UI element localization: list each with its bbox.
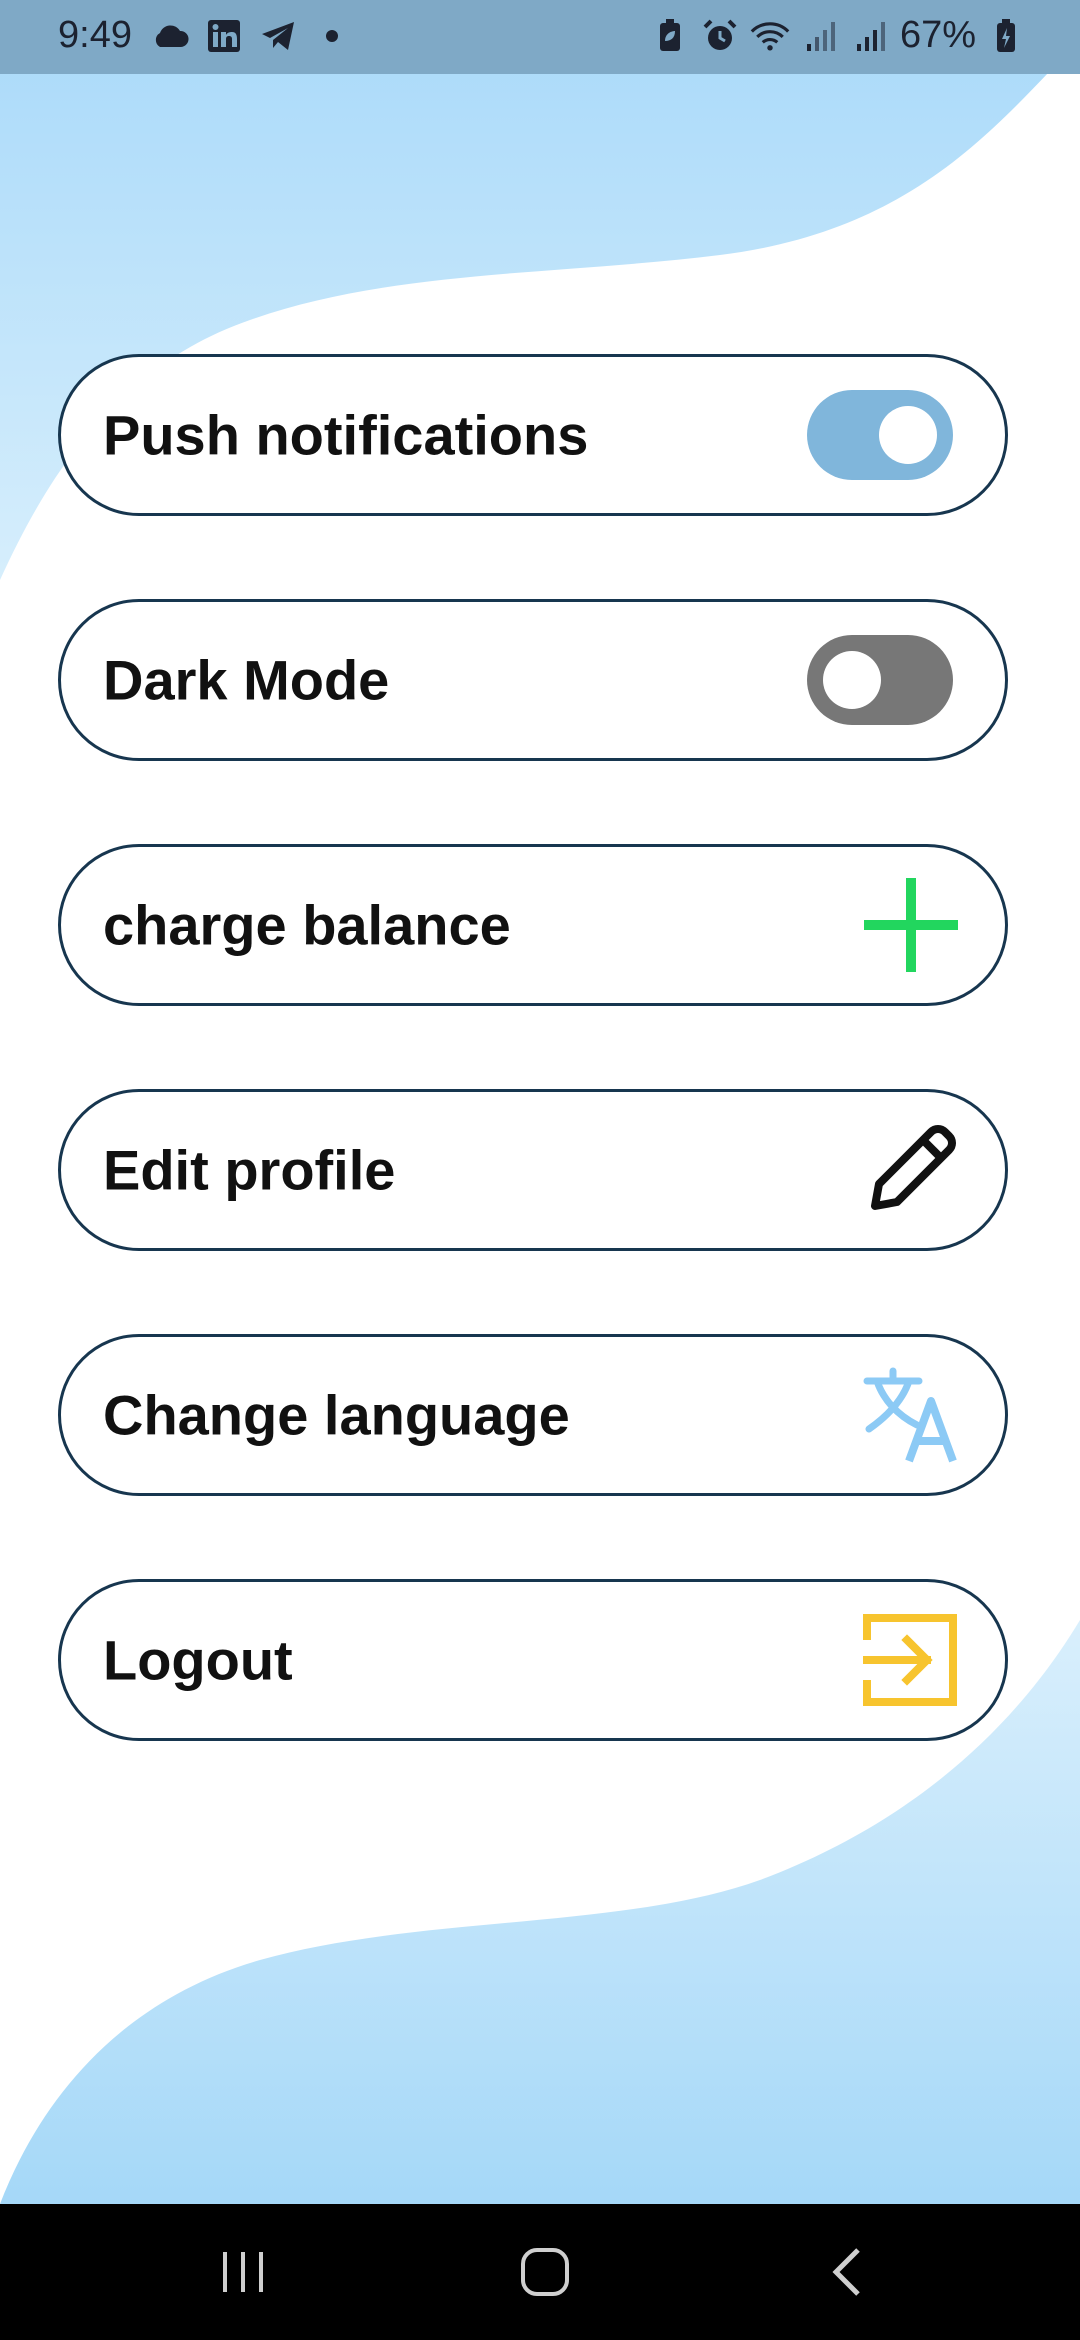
setting-label: Push notifications bbox=[103, 403, 589, 467]
push-notifications-toggle[interactable] bbox=[807, 390, 953, 480]
translate-icon[interactable] bbox=[861, 1365, 961, 1465]
wifi-icon bbox=[750, 16, 790, 56]
battery-saver-icon bbox=[650, 16, 690, 56]
alarm-icon bbox=[700, 16, 740, 56]
setting-label: Edit profile bbox=[103, 1138, 396, 1202]
logout-icon[interactable] bbox=[861, 1610, 961, 1710]
navigation-bar bbox=[0, 2204, 1080, 2340]
settings-list: Push notifications Dark Mode charge bala… bbox=[58, 354, 1008, 1824]
pencil-icon[interactable] bbox=[861, 1120, 961, 1220]
plus-icon[interactable] bbox=[861, 875, 961, 975]
signal-icon bbox=[850, 16, 890, 56]
home-button[interactable] bbox=[513, 2240, 577, 2304]
cloud-icon bbox=[150, 16, 190, 56]
battery-percentage: 67% bbox=[899, 14, 976, 56]
setting-label: Logout bbox=[103, 1628, 293, 1692]
linkedin-icon bbox=[204, 16, 244, 56]
recent-apps-button[interactable] bbox=[211, 2240, 275, 2304]
setting-push-notifications[interactable]: Push notifications bbox=[58, 354, 1008, 516]
setting-label: charge balance bbox=[103, 893, 511, 957]
toggle-knob bbox=[823, 651, 881, 709]
dark-mode-toggle[interactable] bbox=[807, 635, 953, 725]
setting-edit-profile[interactable]: Edit profile bbox=[58, 1089, 1008, 1251]
setting-change-language[interactable]: Change language bbox=[58, 1334, 1008, 1496]
signal-icon bbox=[800, 16, 840, 56]
dot-icon bbox=[312, 16, 352, 56]
status-bar: 9:49 67% bbox=[0, 0, 1080, 74]
setting-logout[interactable]: Logout bbox=[58, 1579, 1008, 1741]
setting-dark-mode[interactable]: Dark Mode bbox=[58, 599, 1008, 761]
battery-icon bbox=[986, 16, 1026, 56]
telegram-icon bbox=[258, 16, 298, 56]
setting-charge-balance[interactable]: charge balance bbox=[58, 844, 1008, 1006]
status-time: 9:49 bbox=[58, 14, 132, 56]
setting-label: Change language bbox=[103, 1383, 570, 1447]
toggle-knob bbox=[879, 406, 937, 464]
setting-label: Dark Mode bbox=[103, 648, 390, 712]
back-button[interactable] bbox=[816, 2240, 880, 2304]
